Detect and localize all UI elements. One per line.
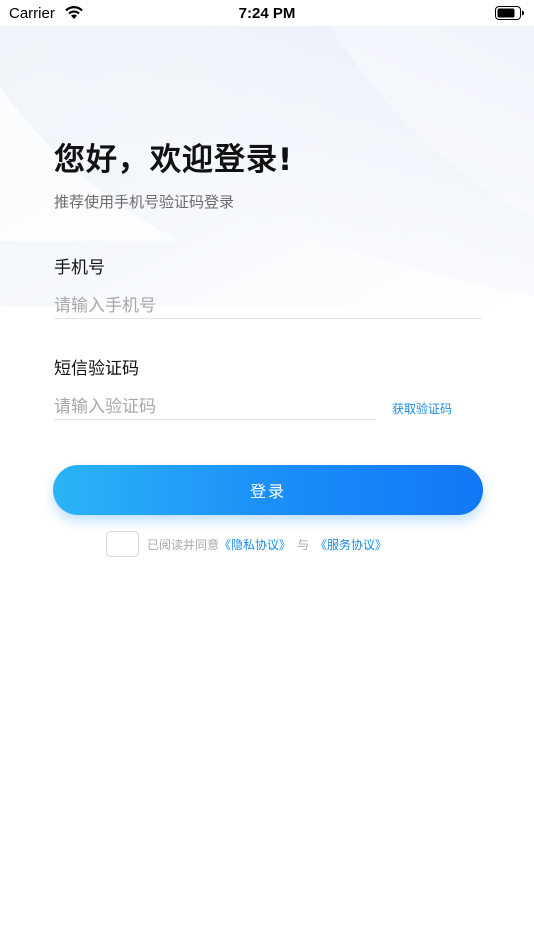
- page-title: 您好，欢迎登录!: [54, 142, 294, 178]
- page-subtitle: 推荐使用手机号验证码登录: [54, 193, 235, 211]
- agreement-row: 已阅读并同意 《隐私协议》 与 《服务协议》: [106, 531, 387, 557]
- status-bar: Carrier 7:24 PM: [0, 0, 534, 26]
- sms-code-input[interactable]: [54, 394, 376, 420]
- battery-icon: [495, 6, 524, 20]
- agreement-checkbox[interactable]: [106, 531, 139, 557]
- login-button[interactable]: 登录: [53, 465, 483, 515]
- login-screen: 您好，欢迎登录! 推荐使用手机号验证码登录 手机号 短信验证码 获取验证码 登录…: [0, 0, 534, 950]
- sms-code-label: 短信验证码: [54, 359, 139, 379]
- phone-input[interactable]: [54, 293, 482, 319]
- phone-label: 手机号: [54, 258, 105, 278]
- agreement-prefix: 已阅读并同意: [147, 537, 220, 552]
- get-code-button[interactable]: 获取验证码: [392, 400, 452, 417]
- agreement-connector: 与: [297, 537, 310, 552]
- privacy-policy-link[interactable]: 《隐私协议》: [219, 536, 291, 553]
- service-agreement-link[interactable]: 《服务协议》: [315, 536, 387, 553]
- clock: 7:24 PM: [238, 5, 296, 22]
